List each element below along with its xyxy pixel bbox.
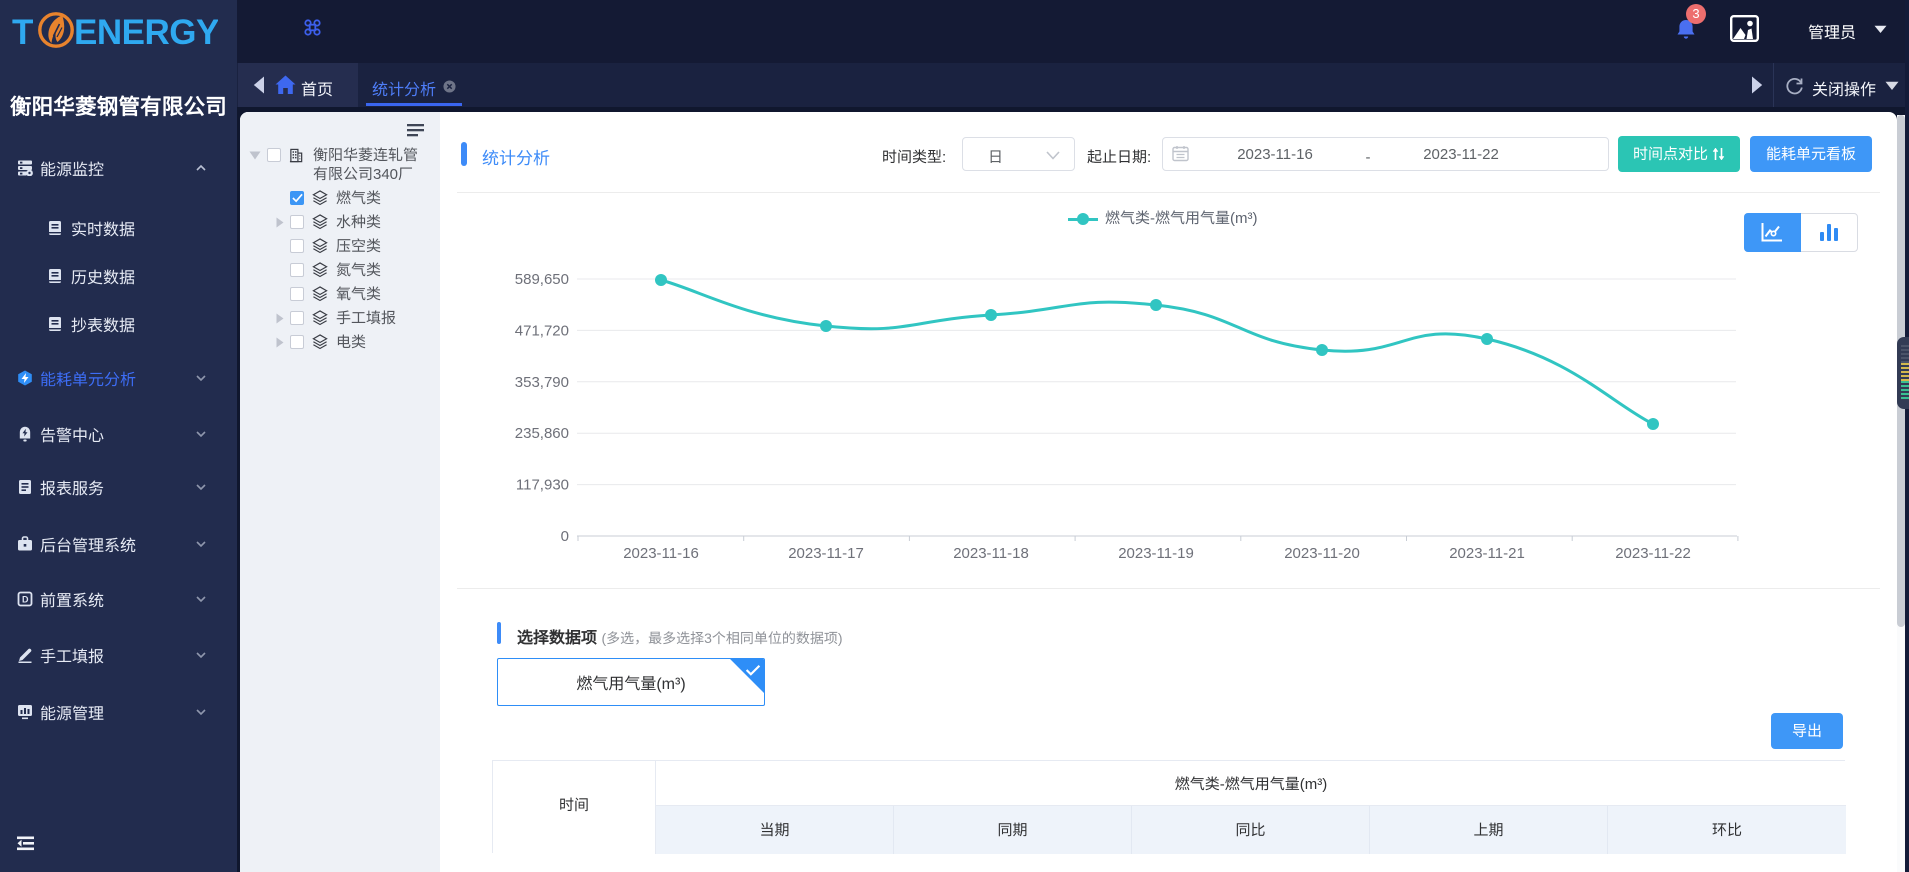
- svg-text:2023-11-17: 2023-11-17: [788, 545, 864, 562]
- svg-text:ENERGY: ENERGY: [74, 13, 218, 52]
- svg-text:2023-11-22: 2023-11-22: [1615, 545, 1691, 562]
- svg-text:T: T: [12, 13, 33, 52]
- svg-text:2023-11-21: 2023-11-21: [1449, 545, 1525, 562]
- svg-text:471,720: 471,720: [515, 322, 569, 339]
- svg-text:2023-11-16: 2023-11-16: [623, 545, 699, 562]
- svg-text:2023-11-20: 2023-11-20: [1284, 545, 1360, 562]
- svg-text:D: D: [22, 595, 29, 605]
- svg-text:0: 0: [561, 528, 569, 545]
- svg-text:2023-11-18: 2023-11-18: [953, 545, 1029, 562]
- svg-text:117,930: 117,930: [516, 477, 569, 494]
- svg-text:589,650: 589,650: [515, 271, 569, 288]
- svg-text:353,790: 353,790: [515, 374, 569, 391]
- svg-text:2023-11-19: 2023-11-19: [1118, 545, 1194, 562]
- svg-text:235,860: 235,860: [515, 425, 569, 442]
